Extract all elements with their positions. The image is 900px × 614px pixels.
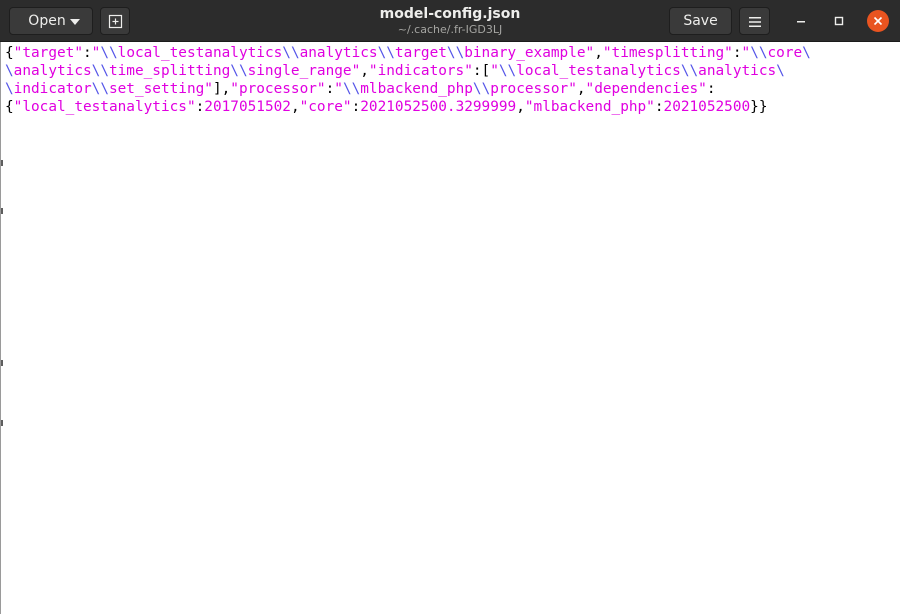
token-esc: \\: [230, 63, 248, 79]
window-edge-mark: [1, 360, 3, 366]
new-document-icon: [108, 14, 123, 29]
token-str: local_testanalytics: [516, 63, 681, 79]
token-punc: ,: [576, 81, 586, 97]
token-str: "target": [13, 45, 83, 61]
save-button[interactable]: Save: [669, 7, 732, 35]
window-title: model-config.json: [379, 6, 521, 22]
window-edge-mark: [1, 160, 3, 166]
headerbar: Open model-config.json ~/.cache/.fr-IGD3…: [0, 0, 900, 42]
token-esc: \\: [680, 63, 699, 79]
token-str: target: [394, 45, 447, 61]
token-str: analytics: [698, 63, 777, 79]
text-line: {"target":"\\local_testanalytics\\analyt…: [5, 44, 811, 62]
window-subtitle: ~/.cache/.fr-IGD3LJ: [397, 23, 503, 36]
token-punc: :: [654, 99, 664, 115]
close-button[interactable]: [867, 10, 889, 32]
open-button[interactable]: Open: [9, 7, 93, 35]
token-esc: \: [776, 63, 785, 79]
token-punc: ,: [290, 99, 300, 115]
minimize-icon: [797, 21, 805, 23]
text-line: \analytics\\time_splitting\\single_range…: [5, 62, 811, 80]
token-esc: \: [5, 81, 14, 97]
hamburger-menu-icon: [749, 17, 761, 27]
maximize-icon: [834, 16, 844, 26]
token-str: ": [334, 81, 343, 97]
token-str: processor": [490, 81, 577, 97]
window-edge-mark: [1, 420, 3, 426]
document-text[interactable]: {"target":"\\local_testanalytics\\analyt…: [5, 44, 811, 116]
token-esc: \\: [377, 45, 395, 61]
token-punc: :: [706, 81, 716, 97]
token-str: time_splitting: [108, 63, 231, 79]
token-str: mlbackend_php: [360, 81, 473, 97]
token-punc: {: [5, 45, 14, 61]
token-str: "processor": [230, 81, 326, 97]
token-str: single_range": [247, 63, 361, 79]
token-punc: {: [5, 99, 14, 115]
token-num: 2021052500.3299999: [360, 99, 517, 115]
token-esc: \\: [91, 63, 109, 79]
token-str: set_setting": [108, 81, 213, 97]
token-esc: \\: [91, 81, 109, 97]
token-punc: :: [732, 45, 742, 61]
token-str: local_testanalytics: [117, 45, 283, 61]
open-button-label: Open: [28, 13, 66, 29]
new-document-button[interactable]: [100, 7, 130, 35]
text-line: {"local_testanalytics":2017051502,"core"…: [5, 98, 811, 116]
token-str: core: [767, 45, 803, 61]
token-punc: :: [82, 45, 92, 61]
token-punc: :[: [472, 63, 491, 79]
token-esc: \\: [282, 45, 300, 61]
token-esc: \: [802, 45, 811, 61]
token-esc: \\: [498, 63, 517, 79]
text-editor-area[interactable]: {"target":"\\local_testanalytics\\analyt…: [0, 42, 900, 614]
token-str: ": [490, 63, 499, 79]
token-esc: \\: [472, 81, 491, 97]
maximize-button[interactable]: [828, 10, 850, 32]
token-str: indicator: [13, 81, 92, 97]
token-esc: \\: [446, 45, 465, 61]
token-str: "local_testanalytics": [13, 99, 196, 115]
token-str: binary_example": [464, 45, 595, 61]
close-icon: [873, 16, 883, 26]
token-str: "core": [299, 99, 352, 115]
token-esc: \\: [100, 45, 118, 61]
token-num: 2017051502: [204, 99, 291, 115]
token-str: "indicators": [368, 63, 473, 79]
token-punc: ,: [594, 45, 603, 61]
token-punc: ,: [360, 63, 369, 79]
token-punc: :: [325, 81, 335, 97]
token-punc: }}: [750, 99, 768, 115]
minimize-button[interactable]: [790, 10, 812, 32]
token-str: "mlbackend_php": [524, 99, 655, 115]
token-str: "dependencies": [585, 81, 707, 97]
window-edge-mark: [1, 208, 3, 214]
token-punc: ],: [212, 81, 231, 97]
token-str: analytics: [13, 63, 92, 79]
text-line: \indicator\\set_setting"],"processor":"\…: [5, 80, 811, 98]
token-num: 2021052500: [663, 99, 751, 115]
token-str: analytics: [299, 45, 378, 61]
chevron-down-icon: [70, 19, 80, 25]
token-str: ": [741, 45, 751, 61]
token-punc: :: [351, 99, 361, 115]
window-title-area: model-config.json ~/.cache/.fr-IGD3LJ: [250, 5, 650, 37]
token-punc: ,: [516, 99, 525, 115]
token-esc: \\: [750, 45, 768, 61]
token-punc: :: [195, 99, 205, 115]
token-str: "timesplitting": [602, 45, 733, 61]
token-esc: \\: [342, 81, 361, 97]
token-esc: \: [5, 63, 14, 79]
menu-button[interactable]: [739, 7, 770, 35]
